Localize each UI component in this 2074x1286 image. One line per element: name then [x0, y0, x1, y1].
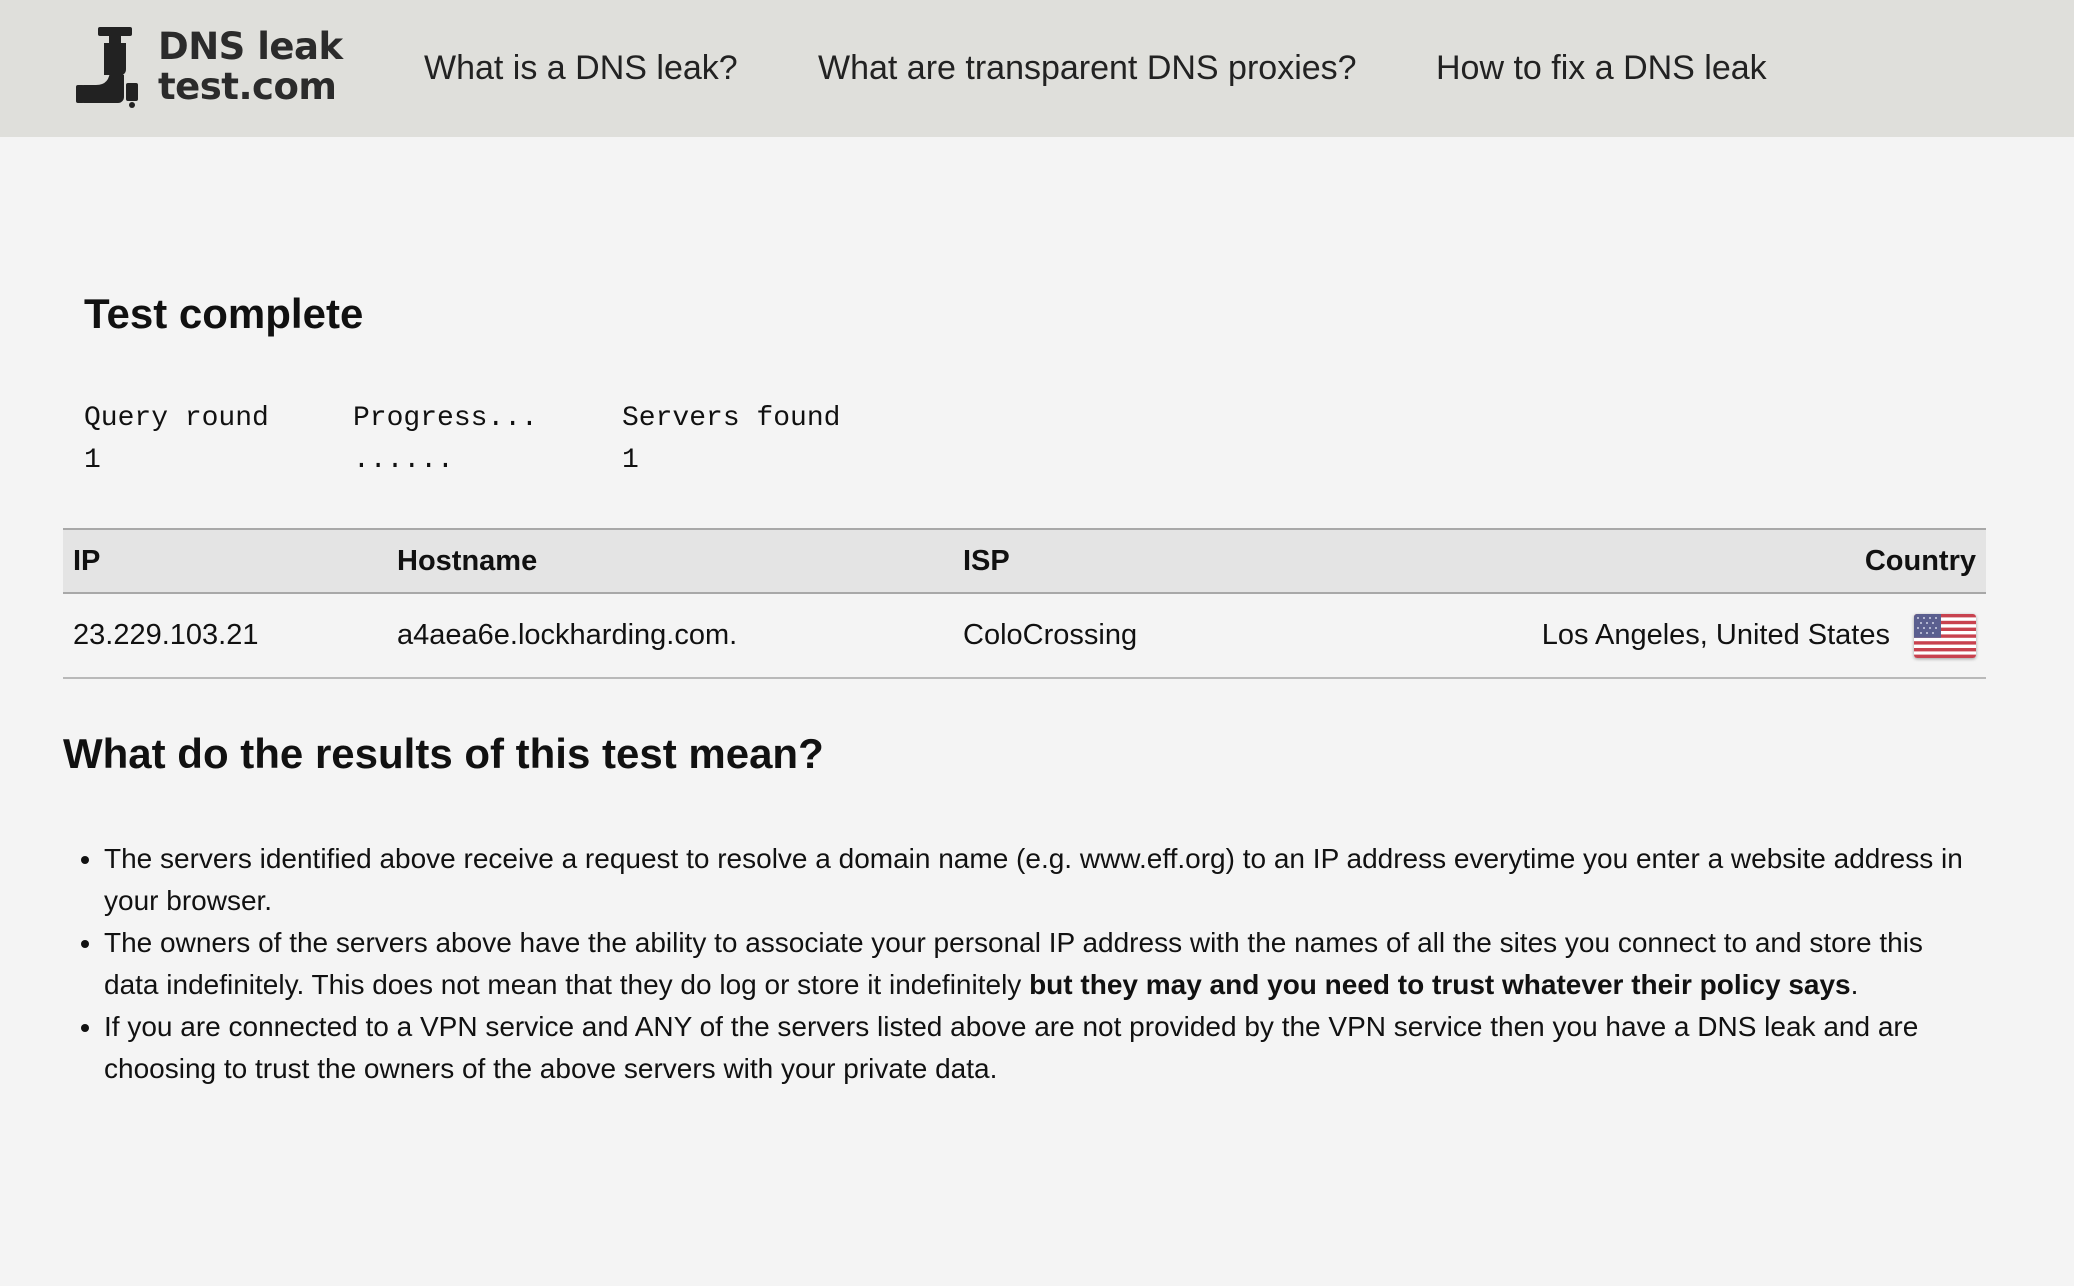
stat-label: Servers found	[622, 403, 841, 434]
column-header-isp: ISP	[963, 544, 1010, 577]
us-flag-icon	[1914, 613, 1976, 658]
stat-progress: Progress... ......	[353, 400, 613, 484]
bullet-end-text: .	[1850, 969, 1859, 1000]
bullet-bold-text: but they may and you need to trust whate…	[1029, 969, 1851, 1000]
table-header-row: IP Hostname ISP Country	[63, 529, 1986, 593]
stat-query-round: Query round 1	[84, 400, 344, 484]
list-item: The owners of the servers above have the…	[104, 922, 1984, 1006]
cell-country: Los Angeles, United States	[1323, 593, 1986, 678]
column-header-country: Country	[1864, 544, 1976, 577]
column-header-hostname: Hostname	[397, 544, 538, 577]
nav-what-is-dns-leak[interactable]: What is a DNS leak?	[424, 0, 738, 137]
stat-value: 1	[622, 445, 639, 476]
list-item: If you are connected to a VPN service an…	[104, 1006, 1984, 1090]
country-name: Los Angeles, United States	[1541, 619, 1890, 651]
site-header: DNS leak test.com What is a DNS leak? Wh…	[0, 0, 2074, 137]
cell-isp: ColoCrossing	[963, 619, 1138, 651]
stat-label: Progress...	[353, 403, 538, 434]
list-item: The servers identified above receive a r…	[104, 838, 1984, 922]
column-header-ip: IP	[73, 544, 101, 577]
stat-servers-found: Servers found 1	[622, 400, 882, 484]
stat-label: Query round	[84, 403, 269, 434]
nav-transparent-dns-proxies[interactable]: What are transparent DNS proxies?	[818, 0, 1357, 137]
results-explanation-list: The servers identified above receive a r…	[104, 838, 1984, 1090]
cell-hostname: a4aea6e.lockharding.com.	[397, 619, 738, 651]
site-logo[interactable]: DNS leak test.com	[74, 24, 344, 110]
bullet-text: If you are connected to a VPN service an…	[104, 1011, 1919, 1084]
faucet-icon	[76, 27, 138, 108]
table-row: 23.229.103.21 a4aea6e.lockharding.com. C…	[63, 593, 1986, 678]
test-status-title: Test complete	[84, 290, 364, 337]
cell-ip: 23.229.103.21	[73, 619, 259, 651]
bullet-text: The servers identified above receive a r…	[104, 843, 1963, 916]
logo-line-2: test.com	[158, 65, 337, 108]
logo-text: DNS leak test.com	[158, 27, 343, 107]
stat-value: ......	[353, 445, 454, 476]
nav-how-to-fix[interactable]: How to fix a DNS leak	[1436, 0, 1767, 137]
logo-line-1: DNS leak	[158, 25, 343, 68]
results-meaning-heading: What do the results of this test mean?	[63, 730, 824, 777]
dns-servers-table: IP Hostname ISP Country 23.229.103.21 a4…	[63, 528, 1986, 679]
stat-value: 1	[84, 445, 101, 476]
